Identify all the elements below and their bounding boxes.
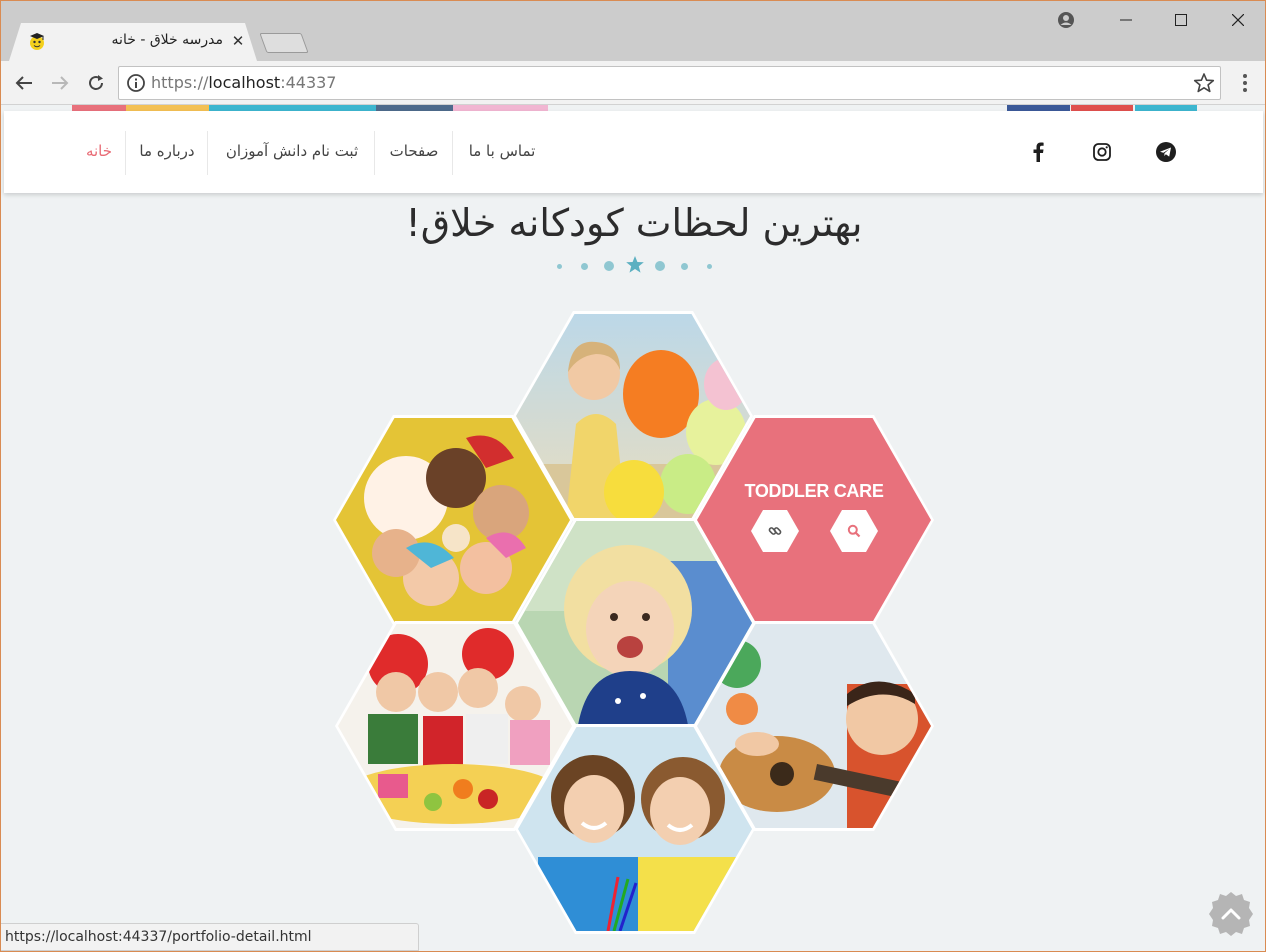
tab-title: مدرسه خلاق - خانه xyxy=(111,32,223,48)
divider-dot xyxy=(655,261,665,271)
minimize-icon[interactable] xyxy=(1111,7,1141,33)
instagram-icon[interactable] xyxy=(1090,140,1114,164)
reload-icon[interactable] xyxy=(83,71,109,95)
forward-icon[interactable] xyxy=(47,71,73,95)
browser-menu-icon[interactable] xyxy=(1235,71,1255,95)
nav-student-registration[interactable]: ثبت نام دانش آموزان xyxy=(211,131,373,175)
status-bar-url: https://localhost:44337/portfolio-detail… xyxy=(1,923,419,951)
nav-divider xyxy=(125,131,126,175)
divider-dot xyxy=(557,264,562,269)
url-text[interactable]: https://localhost:44337 xyxy=(151,72,336,94)
link-icon xyxy=(768,527,782,535)
divider-dot xyxy=(604,261,614,271)
profile-icon[interactable] xyxy=(1051,7,1081,33)
tab-close-icon[interactable]: ✕ xyxy=(229,31,247,51)
info-icon[interactable] xyxy=(126,73,146,93)
back-icon[interactable] xyxy=(11,71,37,95)
close-window-icon[interactable] xyxy=(1223,7,1253,33)
nav-divider xyxy=(452,131,453,175)
search-icon xyxy=(847,524,861,538)
maximize-icon[interactable] xyxy=(1166,7,1196,33)
divider-star-icon xyxy=(625,255,645,275)
gallery-highlight-title: TODDLER CARE xyxy=(744,481,884,501)
url-port: :44337 xyxy=(280,73,337,92)
nav-home[interactable]: خانه xyxy=(75,131,123,175)
back-to-top-button[interactable] xyxy=(1208,891,1254,937)
new-tab-button[interactable] xyxy=(259,33,309,53)
favicon-icon xyxy=(27,31,47,51)
divider-dot xyxy=(707,264,712,269)
nav-divider xyxy=(374,131,375,175)
bookmark-star-icon[interactable] xyxy=(1193,72,1215,94)
divider-dot xyxy=(581,263,588,270)
hero-title: بهترین لحظات کودکانه خلاق! xyxy=(405,201,863,245)
telegram-icon[interactable] xyxy=(1154,140,1178,164)
divider-dot xyxy=(681,263,688,270)
nav-contact[interactable]: تماس با ما xyxy=(456,131,548,175)
url-scheme: https:// xyxy=(151,73,209,92)
chevron-up-icon xyxy=(1209,892,1253,936)
nav-divider xyxy=(207,131,208,175)
nav-about[interactable]: درباره ما xyxy=(129,131,205,175)
nav-pages[interactable]: صفحات xyxy=(378,131,450,175)
url-host: localhost xyxy=(208,73,281,92)
facebook-icon[interactable] xyxy=(1026,140,1050,164)
